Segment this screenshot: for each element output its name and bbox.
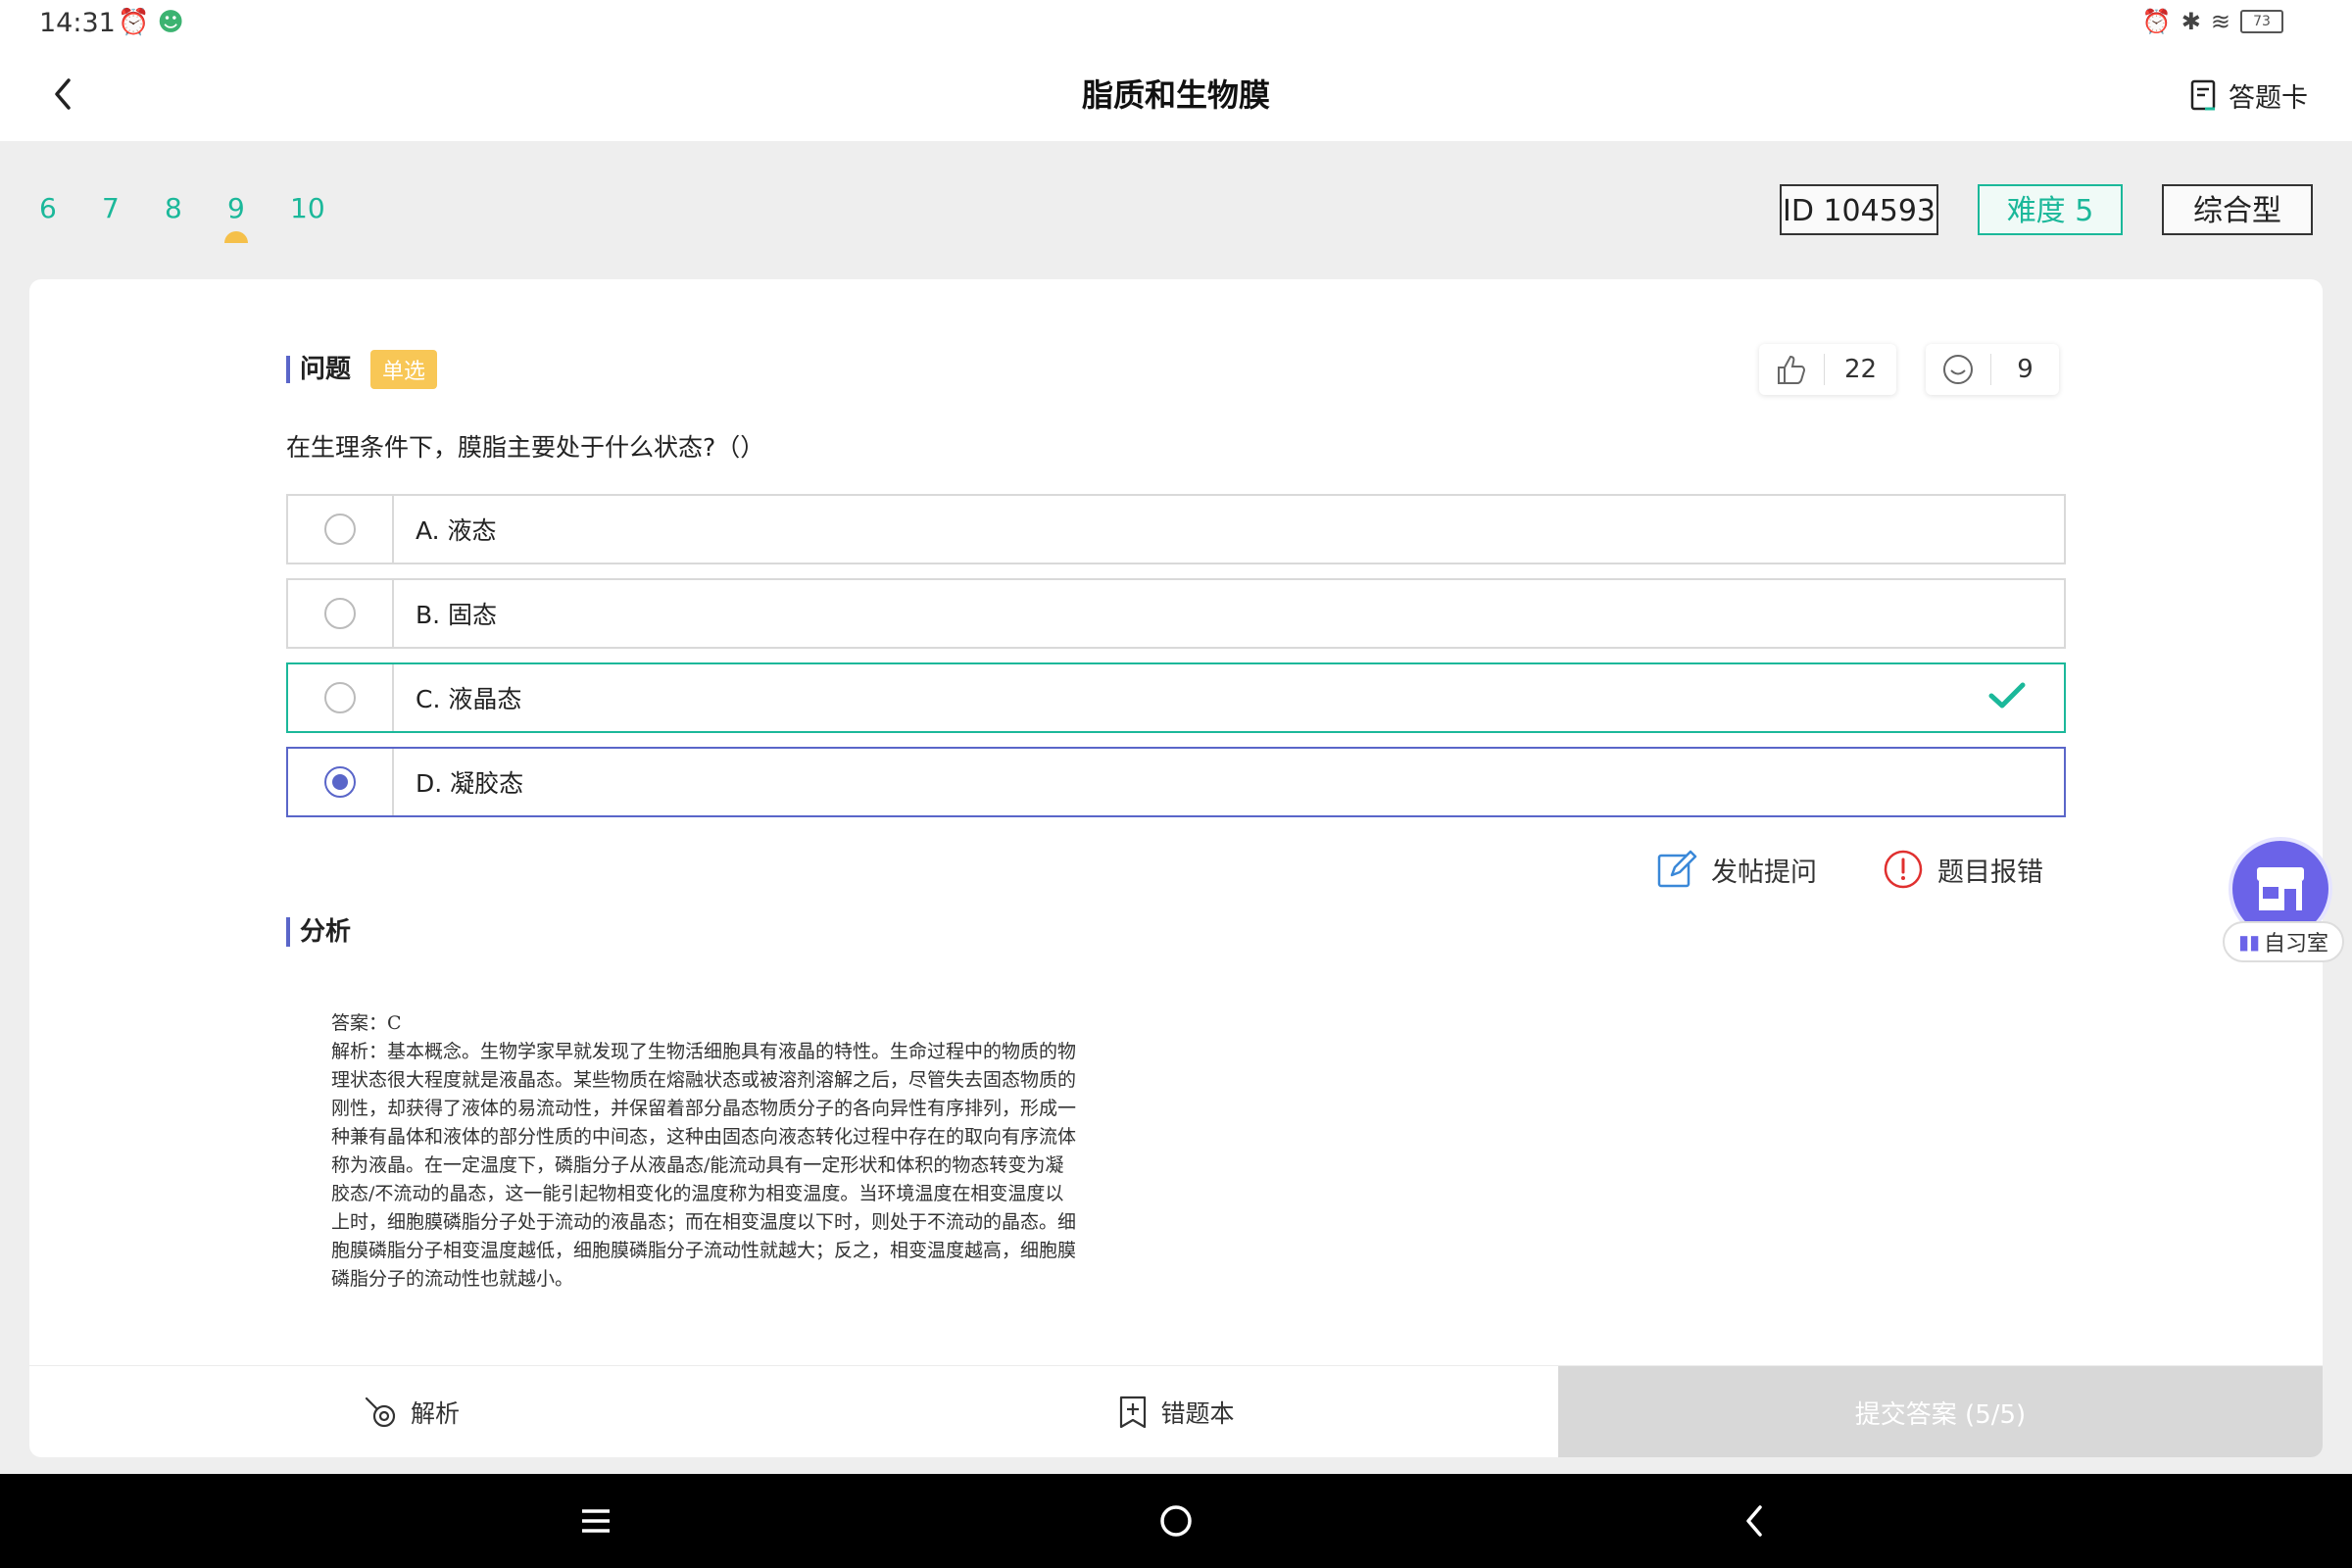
question-number-10[interactable]: 10 bbox=[290, 192, 353, 224]
option-radio-cell bbox=[288, 749, 394, 815]
analysis-line: 上时，细胞膜磷脂分子处于流动的液晶态；而在相变温度以下时，则处于不流动的晶态。细 bbox=[331, 1211, 1077, 1233]
question-id-tag: ID 104593 bbox=[1780, 184, 1938, 235]
analysis-header: 分析 bbox=[286, 917, 352, 947]
submit-answer-button[interactable]: 提交答案 (5/5) bbox=[1558, 1366, 2323, 1457]
option-c[interactable]: C. 液晶态 bbox=[286, 662, 2066, 733]
page-title: 脂质和生物膜 bbox=[1081, 76, 1270, 114]
report-error-button[interactable]: 题目报错 bbox=[1883, 849, 2043, 890]
app-notification-icon: ☻ bbox=[157, 8, 184, 37]
option-a[interactable]: A. 液态 bbox=[286, 494, 2066, 564]
battery-icon: 73 bbox=[2240, 10, 2283, 33]
option-label: D. 凝胶态 bbox=[416, 769, 524, 798]
answer-sheet-icon bbox=[2190, 79, 2216, 110]
answer-card-label: 答题卡 bbox=[2229, 83, 2308, 114]
option-label: A. 液态 bbox=[416, 516, 497, 545]
analysis-line: 理状态很大程度就是液晶态。某些物质在熔融状态或被溶剂溶解之后，尽管失去固态物质的 bbox=[331, 1069, 1077, 1091]
status-bar: 14:31 ⏰ ☻ ⏰ ✱ ≋ 73 bbox=[0, 0, 2352, 49]
like-counter[interactable]: 22 bbox=[1759, 344, 1896, 395]
status-time: 14:31 bbox=[39, 8, 116, 38]
question-type-tag: 综合型 bbox=[2162, 184, 2313, 235]
option-radio-cell bbox=[288, 580, 394, 647]
option-label: C. 液晶态 bbox=[416, 685, 522, 713]
question-section-title: 问题 bbox=[286, 356, 351, 383]
alert-icon bbox=[1884, 850, 1923, 889]
like-count: 22 bbox=[1843, 355, 1878, 384]
study-room-label: 自习室 bbox=[2264, 932, 2329, 956]
analysis-content: 答案：C 解析：基本概念。生物学家早就发现了生物活细胞具有液晶的特性。生命过程中… bbox=[331, 1009, 1115, 1294]
analysis-line: 种兼有晶体和液体的部分性质的中间态，这种由固态向液态转化过程中存在的取向有序流体 bbox=[331, 1126, 1077, 1148]
edit-icon bbox=[1657, 850, 1697, 888]
thumbs-up-icon bbox=[1759, 354, 1825, 385]
alarm-icon: ⏰ ☻ bbox=[118, 8, 184, 37]
option-radio-cell bbox=[288, 496, 394, 563]
analysis-line: 称为液晶。在一定温度下，磷脂分子从液晶态/能流动具有一定形状和体积的物态转变为凝 bbox=[331, 1154, 1064, 1176]
bookmark-add-icon bbox=[1120, 1396, 1147, 1429]
difficulty-tag: 难度 5 bbox=[1978, 184, 2123, 235]
radio-button[interactable] bbox=[324, 598, 356, 629]
top-header: 脂质和生物膜 答题卡 bbox=[0, 49, 2352, 141]
question-number-8[interactable]: 8 bbox=[165, 192, 227, 224]
study-room-label-pill: ▮▮ 自习室 bbox=[2223, 921, 2344, 962]
analysis-icon bbox=[365, 1396, 396, 1428]
analysis-button[interactable]: 解析 bbox=[29, 1366, 794, 1457]
analysis-line: 解析：基本概念。生物学家早就发现了生物活细胞具有液晶的特性。生命过程中的物质的物 bbox=[331, 1041, 1077, 1062]
back-nav-icon[interactable] bbox=[1733, 1499, 1776, 1543]
reaction-counter[interactable]: 9 bbox=[1926, 344, 2059, 395]
reaction-count: 9 bbox=[2017, 355, 2034, 384]
alarm-icon: ⏰ bbox=[2141, 8, 2172, 35]
answer-card-button[interactable]: 答题卡 bbox=[2189, 76, 2308, 115]
answer-line: 答案：C bbox=[331, 1012, 402, 1034]
analysis-line: 胞膜磷脂分子相变温度越低，细胞膜磷脂分子流动性就越大；反之，相变温度越高，细胞膜 bbox=[331, 1240, 1077, 1261]
radio-selected-dot bbox=[332, 774, 348, 790]
question-number-7[interactable]: 7 bbox=[102, 192, 165, 224]
question-card: 问题 单选 22 9 在生理条件下，膜脂主要处于什么状态?（） A. 液态 B.… bbox=[29, 279, 2323, 1457]
checkmark-icon bbox=[1978, 681, 2036, 714]
question-number-nav: 6 7 8 9 10 bbox=[39, 192, 353, 243]
study-room-float-button[interactable]: ▮▮ 自习室 bbox=[2223, 831, 2344, 976]
bottom-action-bar: 解析 错题本 提交答案 (5/5) bbox=[29, 1365, 2323, 1457]
radio-button[interactable] bbox=[324, 514, 356, 545]
analysis-line: 胶态/不流动的晶态，这一能引起物相变化的温度称为相变温度。当环境温度在相变温度以 bbox=[331, 1183, 1064, 1204]
analysis-section-title: 分析 bbox=[286, 917, 352, 947]
bluetooth-icon: ✱ bbox=[2180, 8, 2201, 35]
question-text: 在生理条件下，膜脂主要处于什么状态?（） bbox=[286, 433, 765, 462]
radio-button[interactable] bbox=[324, 682, 356, 713]
system-nav-bar bbox=[0, 1474, 2352, 1568]
bar-chart-icon: ▮▮ bbox=[2237, 930, 2260, 954]
report-error-label: 题目报错 bbox=[1937, 857, 2043, 888]
menu-icon[interactable] bbox=[574, 1499, 617, 1543]
home-icon[interactable] bbox=[1154, 1499, 1198, 1543]
post-question-label: 发帖提问 bbox=[1711, 857, 1817, 888]
question-number-9[interactable]: 9 bbox=[224, 192, 290, 243]
single-choice-badge: 单选 bbox=[370, 350, 438, 389]
wrong-book-button[interactable]: 错题本 bbox=[794, 1366, 1558, 1457]
analysis-line: 刚性，却获得了液体的易流动性，并保留着部分晶态物质分子的各向异性有序排列，形成一 bbox=[331, 1098, 1077, 1119]
smile-icon bbox=[1926, 354, 1991, 385]
post-question-button[interactable]: 发帖提问 bbox=[1656, 849, 1817, 890]
option-radio-cell bbox=[288, 664, 394, 731]
wrong-book-label: 错题本 bbox=[1160, 1399, 1235, 1428]
analysis-button-label: 解析 bbox=[410, 1399, 460, 1428]
radio-button[interactable] bbox=[324, 766, 356, 798]
wifi-icon: ≋ bbox=[2210, 8, 2230, 35]
option-d[interactable]: D. 凝胶态 bbox=[286, 747, 2066, 817]
status-icons: ⏰ ✱ ≋ 73 bbox=[2142, 8, 2283, 35]
option-b[interactable]: B. 固态 bbox=[286, 578, 2066, 649]
option-label: B. 固态 bbox=[416, 601, 498, 629]
question-number-6[interactable]: 6 bbox=[39, 192, 102, 224]
question-header: 问题 单选 bbox=[286, 350, 438, 389]
analysis-line: 磷脂分子的流动性也就越小。 bbox=[331, 1268, 574, 1290]
